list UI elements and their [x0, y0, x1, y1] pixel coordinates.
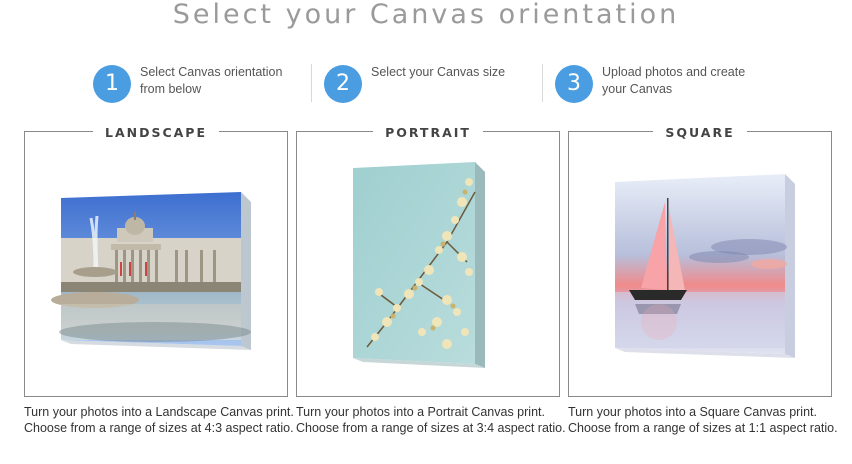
- step-number-badge: 1: [93, 65, 131, 103]
- landscape-description: Turn your photos into a Landscape Canvas…: [24, 405, 294, 435]
- step-number-badge: 3: [555, 65, 593, 103]
- step-number-badge: 2: [324, 65, 362, 103]
- portrait-option-card[interactable]: PORTRAIT: [296, 125, 560, 397]
- landscape-option-card[interactable]: LANDSCAPE: [24, 125, 288, 397]
- portrait-canvas-image: [353, 162, 485, 368]
- square-description: Turn your photos into a Square Canvas pr…: [568, 405, 838, 435]
- landscape-canvas-image: [51, 192, 251, 350]
- square-option-card[interactable]: SQUARE: [568, 125, 832, 397]
- portrait-description: Turn your photos into a Portrait Canvas …: [296, 405, 566, 435]
- step-text: Upload photos and create your Canvas: [602, 65, 746, 96]
- step-text: Select your Canvas size: [371, 65, 506, 79]
- step-divider: [542, 64, 543, 102]
- step-text: Select Canvas orientation from below: [140, 65, 283, 96]
- steps-bar: 1 Select Canvas orientation from below 2…: [0, 60, 852, 110]
- page-title: Select your Canvas orientation: [172, 0, 680, 30]
- square-canvas-image: [615, 174, 795, 358]
- step-divider: [311, 64, 312, 102]
